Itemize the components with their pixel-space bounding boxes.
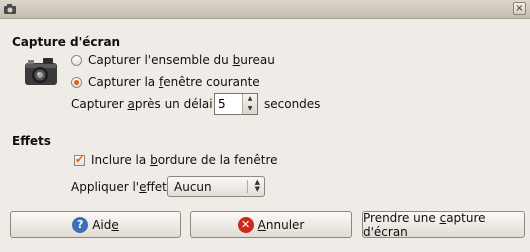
updown-arrow-icon: ▲ ▼ (254, 178, 260, 193)
spin-up-icon[interactable]: ▲ (243, 94, 257, 104)
effect-label: Appliquer l'effet : (71, 180, 175, 194)
radio-button-selected[interactable] (71, 76, 82, 88)
capture-window-label: Capturer la fenêtre courante (88, 75, 260, 89)
camera-icon (4, 4, 16, 14)
include-border-label: Inclure la bordure de la fenêtre (91, 153, 278, 167)
capture-window-radio[interactable]: Capturer la fenêtre courante (71, 75, 260, 89)
capture-desktop-radio[interactable]: Capturer l'ensemble du bureau (71, 53, 275, 67)
effect-select[interactable]: Aucun ▲ ▼ (167, 176, 265, 197)
close-icon[interactable]: × (513, 2, 526, 15)
cancel-button-label: Annuler (257, 217, 305, 232)
divider (247, 180, 248, 193)
delay-input[interactable] (215, 94, 243, 114)
capture-desktop-label: Capturer l'ensemble du bureau (88, 53, 275, 67)
spin-arrows[interactable]: ▲ ▼ (242, 94, 257, 114)
effect-selected-value: Aucun (174, 180, 212, 194)
delay-unit-label: secondes (264, 97, 321, 111)
camera-icon (25, 58, 57, 85)
checkbox-checked[interactable] (74, 153, 85, 166)
delay-spinbutton[interactable]: ▲ ▼ (214, 93, 258, 115)
radio-button[interactable] (71, 54, 82, 66)
cancel-icon: ✕ (237, 216, 254, 233)
delay-label: Capturer après un délai de (71, 97, 232, 111)
take-screenshot-label: Prendre une capture d'écran (363, 210, 486, 239)
title-bar: × (0, 0, 530, 19)
help-icon: ? (72, 216, 89, 233)
take-screenshot-button[interactable]: Prendre une capture d'écran (362, 210, 525, 239)
capture-section-title: Capture d'écran (12, 35, 121, 49)
cancel-button[interactable]: ✕ Annuler (190, 211, 352, 238)
help-button-label: Aide (92, 217, 119, 232)
include-border-checkbox[interactable]: Inclure la bordure de la fenêtre (74, 153, 278, 167)
help-button[interactable]: ? Aide (10, 211, 181, 238)
spin-down-icon[interactable]: ▼ (243, 104, 257, 114)
effects-section-title: Effets (12, 134, 51, 148)
